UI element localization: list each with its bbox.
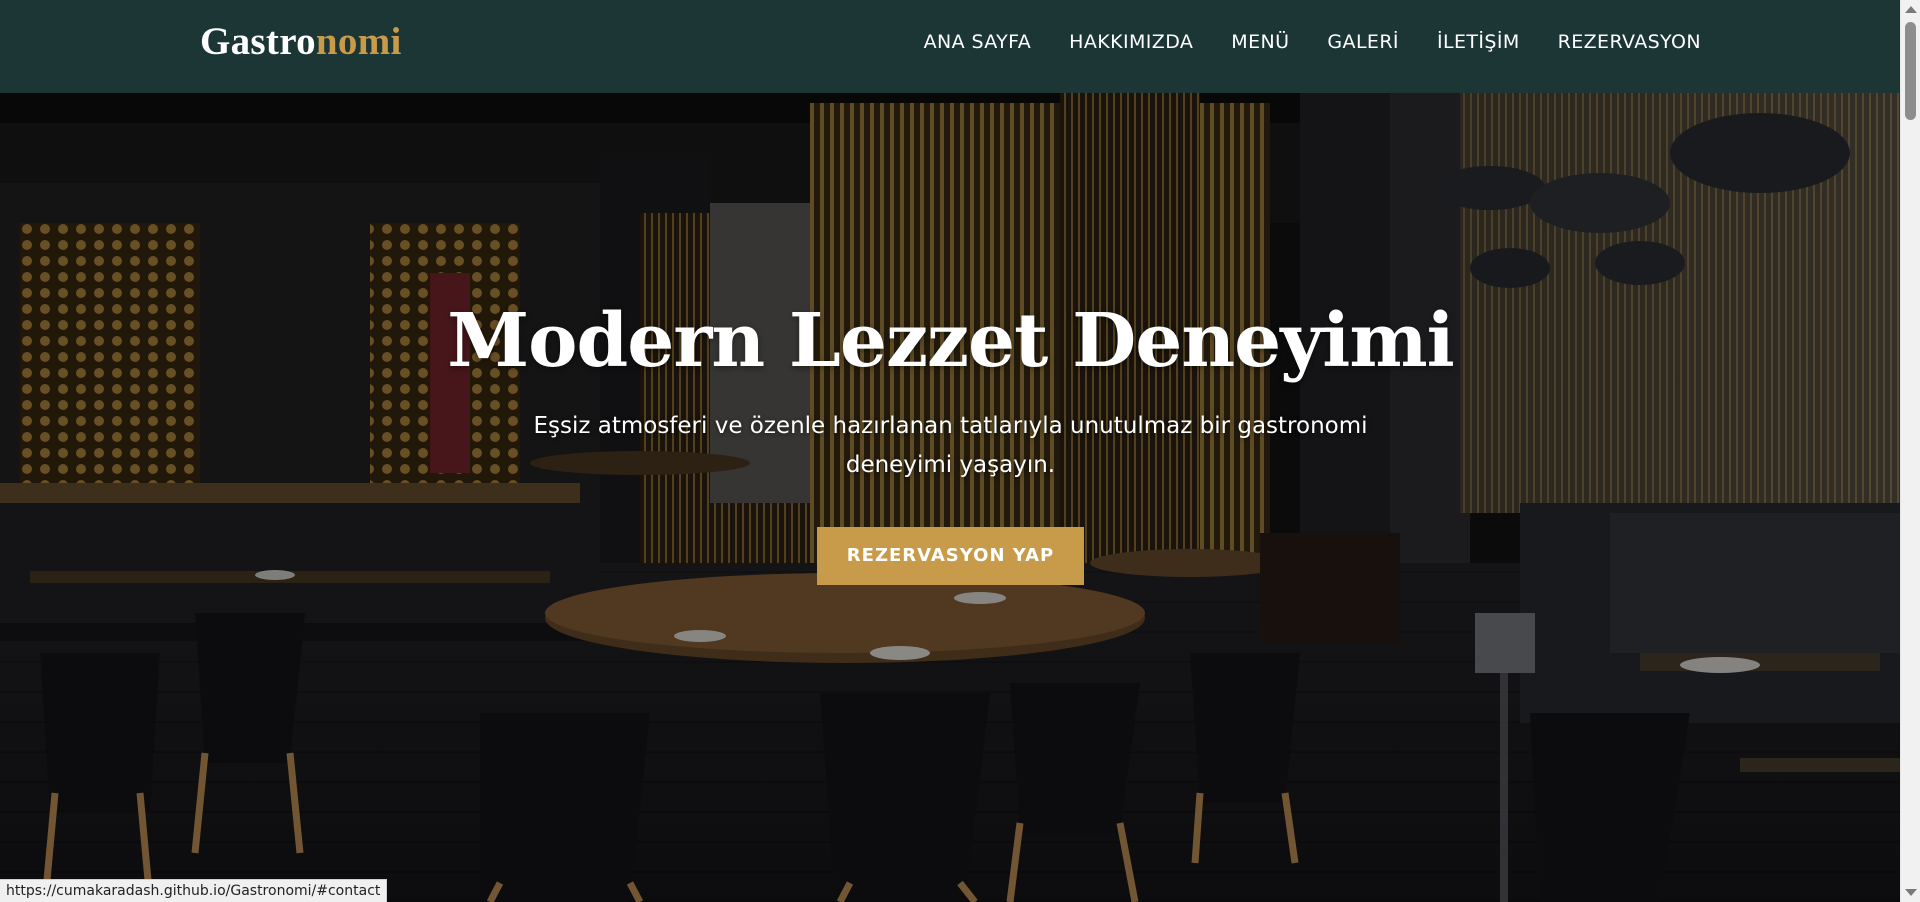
hero-section: Modern Lezzet Deneyimi Eşsiz atmosferi v… [0,93,1901,902]
logo-main-text: Gastro [200,20,316,63]
scrollbar-thumb[interactable] [1905,22,1916,120]
page-scrollbar[interactable] [1900,0,1920,902]
main-nav: ANA SAYFA HAKKIMIZDA MENÜ GALERİ İLETİŞİ… [886,0,1701,83]
scroll-down-icon[interactable] [1905,889,1917,896]
site-header: Gastronomi ANA SAYFA HAKKIMIZDA MENÜ GAL… [0,0,1901,93]
nav-link-iletisim[interactable]: İLETİŞİM [1437,31,1520,53]
hero-title: Modern Lezzet Deneyimi [447,298,1454,384]
nav-link-rezervasyon[interactable]: REZERVASYON [1558,31,1701,53]
nav-link-menu[interactable]: MENÜ [1231,31,1289,53]
hero-content: Modern Lezzet Deneyimi Eşsiz atmosferi v… [0,293,1901,585]
nav-link-hakkimizda[interactable]: HAKKIMIZDA [1069,31,1193,53]
hero-subtitle: Eşsiz atmosferi ve özenle hazırlanan tat… [533,413,1368,478]
status-bar-url: https://cumakaradash.github.io/Gastronom… [0,879,388,902]
nav-link-galeri[interactable]: GALERİ [1327,31,1399,53]
scroll-up-icon[interactable] [1905,6,1917,13]
logo-accent-text: nomi [315,20,402,63]
nav-link-ana-sayfa[interactable]: ANA SAYFA [924,31,1032,53]
reservation-button[interactable]: REZERVASYON YAP [816,527,1085,585]
site-logo[interactable]: Gastronomi [200,16,402,68]
